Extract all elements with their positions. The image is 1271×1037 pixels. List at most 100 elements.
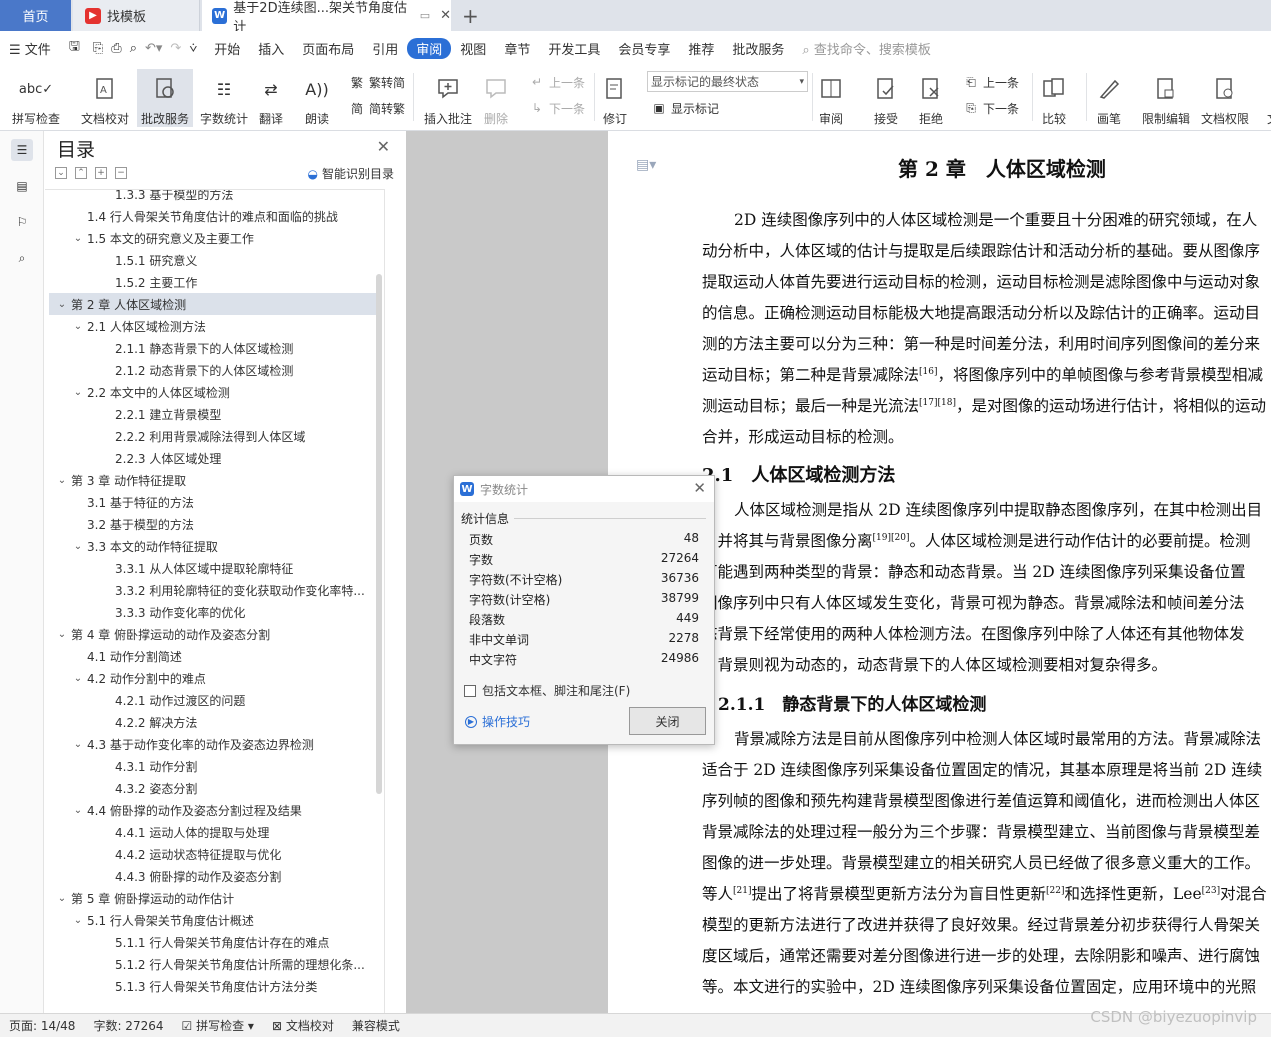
outline-panel-icon[interactable]: ☰ xyxy=(11,139,33,161)
outline-item[interactable]: 4.4.2 运动状态特征提取与优化 xyxy=(49,843,379,865)
outline-item[interactable]: 5.1.3 行人骨架关节角度估计方法分类 xyxy=(49,975,379,997)
save-icon[interactable]: 🖫 xyxy=(60,37,89,59)
outline-item[interactable]: 1.3.3 基于模型的方法 xyxy=(49,190,379,205)
outline-item[interactable]: ⌄ 第 2 章 人体区域检测 xyxy=(49,293,379,315)
export-pdf-icon[interactable]: ⎘ xyxy=(89,41,107,56)
trad-to-simp-button[interactable]: 繁繁转简 xyxy=(348,71,405,93)
chevron-down-icon[interactable]: ⌄ xyxy=(71,805,85,816)
spellcheck-button[interactable]: abc✓ 拼写检查 xyxy=(12,69,60,127)
outline-item[interactable]: 1.5.2 主要工作 xyxy=(49,271,379,293)
read-aloud-button[interactable]: A)) 朗读 xyxy=(304,69,330,127)
insert-comment-button[interactable]: 插入批注 xyxy=(424,69,472,127)
tab-template[interactable]: ▶ 找模板 xyxy=(73,0,200,31)
print-icon[interactable]: ⎙ xyxy=(107,41,125,56)
pen-button[interactable]: 画笔 xyxy=(1096,69,1122,127)
correction-service-button[interactable]: 批改服务 xyxy=(137,69,193,127)
close-tab-icon[interactable]: ✕ xyxy=(440,8,451,23)
word-count-status[interactable]: 字数: 27264 xyxy=(84,1017,172,1034)
outline-item[interactable]: 3.1 基于特征的方法 xyxy=(49,491,379,513)
outline-item[interactable]: ⌄ 2.1 人体区域检测方法 xyxy=(49,315,379,337)
show-markup-button[interactable]: ▣ 显示标记 xyxy=(650,97,719,119)
prev-comment-button[interactable]: ↵ 上一条 xyxy=(528,71,585,93)
delete-comment-button[interactable]: 删除 xyxy=(483,69,509,127)
outline-item[interactable]: 3.2 基于模型的方法 xyxy=(49,513,379,535)
reject-button[interactable]: 拒绝 xyxy=(918,69,944,127)
menu-references[interactable]: 引用 xyxy=(363,39,407,58)
outline-item[interactable]: ⌄ 4.2 动作分割中的难点 xyxy=(49,667,379,689)
chevron-down-icon[interactable]: ⌄ xyxy=(55,893,69,904)
markup-state-select[interactable]: 显示标记的最终状态 ▾ xyxy=(647,71,808,92)
collapse-up-icon[interactable]: ⌃ xyxy=(75,167,87,179)
outline-item[interactable]: 3.3.3 动作变化率的优化 xyxy=(49,601,379,623)
chevron-down-icon[interactable]: ⌄ xyxy=(71,233,85,244)
tips-link[interactable]: ▶ 操作技巧 xyxy=(465,713,530,730)
dialog-close-icon[interactable]: ✕ xyxy=(693,479,706,497)
menu-devtools[interactable]: 开发工具 xyxy=(539,39,609,58)
outline-item[interactable]: 4.3.1 动作分割 xyxy=(49,755,379,777)
outline-item[interactable]: 4.4.1 运动人体的提取与处理 xyxy=(49,821,379,843)
outline-item[interactable]: 1.4 行人骨架关节角度估计的难点和面临的挑战 xyxy=(49,205,379,227)
next-comment-button[interactable]: ↳ 下一条 xyxy=(528,97,585,119)
menu-layout[interactable]: 页面布局 xyxy=(293,39,363,58)
simp-to-trad-button[interactable]: 简简转繁 xyxy=(348,97,405,119)
command-search[interactable]: ⌕ 查找命令、搜索模板 xyxy=(793,39,939,58)
outline-item[interactable]: ⌄ 3.3 本文的动作特征提取 xyxy=(49,535,379,557)
accept-button[interactable]: 接受 xyxy=(873,69,899,127)
doc-permission-button[interactable]: 文档权限 xyxy=(1201,69,1249,127)
more-toolbar-button[interactable]: 文 xyxy=(1260,69,1271,127)
doccheck-status[interactable]: ⊠ 文档校对 xyxy=(263,1017,343,1034)
outline-item[interactable]: 3.3.2 利用轮廓特征的变化获取动作变化率特... xyxy=(49,579,379,601)
checkbox-box[interactable] xyxy=(464,684,476,697)
chevron-down-icon[interactable]: ⌄ xyxy=(71,739,85,750)
outline-item[interactable]: ⌄ 4.4 俯卧撑的动作及姿态分割过程及结果 xyxy=(49,799,379,821)
outline-item[interactable]: 4.3.2 姿态分割 xyxy=(49,777,379,799)
find-icon[interactable]: ⌕ xyxy=(11,247,33,269)
menu-review[interactable]: 审阅 xyxy=(407,37,452,59)
expand-down-icon[interactable]: ⌄ xyxy=(55,167,67,179)
chevron-down-icon[interactable]: ⌄ xyxy=(55,299,69,310)
chevron-down-icon[interactable]: ⌄ xyxy=(55,475,69,486)
prev-change-button[interactable]: ⎗ 上一条 xyxy=(962,71,1019,93)
spellcheck-status[interactable]: ☑ 拼写检查 ▾ xyxy=(173,1017,263,1034)
outline-item[interactable]: ⌄ 2.2 本文中的人体区域检测 xyxy=(49,381,379,403)
outline-item[interactable]: 2.2.1 建立背景模型 xyxy=(49,403,379,425)
doc-check-button[interactable]: A 文档校对 xyxy=(81,69,129,127)
outline-item[interactable]: 5.1.2 行人骨架关节角度估计所需的理想化条... xyxy=(49,953,379,975)
chevron-down-icon[interactable]: ⌄ xyxy=(71,541,85,552)
page-indicator[interactable]: 页面: 14/48 xyxy=(0,1017,84,1034)
chevron-down-icon[interactable]: ⌄ xyxy=(55,629,69,640)
outline-item[interactable]: ⌄ 4.3 基于动作变化率的动作及姿态边界检测 xyxy=(49,733,379,755)
print-preview-icon[interactable]: ⌕ xyxy=(126,41,141,56)
outline-item[interactable]: 3.3.1 从人体区域中提取轮廓特征 xyxy=(49,557,379,579)
chapter-nav-icon[interactable]: ▤ xyxy=(11,175,33,197)
outline-item[interactable]: 5.1.1 行人骨架关节角度估计存在的难点 xyxy=(49,931,379,953)
outline-item[interactable]: 4.1 动作分割简述 xyxy=(49,645,379,667)
expand-all-icon[interactable]: + xyxy=(95,167,107,179)
menu-recommend[interactable]: 推荐 xyxy=(679,39,723,58)
outline-item[interactable]: 2.1.2 动态背景下的人体区域检测 xyxy=(49,359,379,381)
file-menu[interactable]: ☰ 文件 xyxy=(0,39,60,58)
chevron-down-icon[interactable]: ⌄ xyxy=(71,915,85,926)
dialog-close-button[interactable]: 关闭 xyxy=(629,707,706,735)
include-textbox-checkbox[interactable]: 包括文本框、脚注和尾注(F) xyxy=(464,682,630,699)
compare-button[interactable]: 比较 xyxy=(1041,69,1067,127)
tab-home[interactable]: 首页 xyxy=(0,0,71,31)
word-count-button[interactable]: ☷ 字数统计 xyxy=(200,69,248,127)
revise-button[interactable]: 修订 xyxy=(602,69,628,127)
float-window-icon[interactable]: ▭ xyxy=(420,9,430,22)
menu-view[interactable]: 视图 xyxy=(451,39,495,58)
outline-item[interactable]: 2.2.2 利用背景减除法得到人体区域 xyxy=(49,425,379,447)
outline-item[interactable]: ⌄ 5.1 行人骨架关节角度估计概述 xyxy=(49,909,379,931)
outline-item[interactable]: ⌄ 第 3 章 动作特征提取 xyxy=(49,469,379,491)
next-change-button[interactable]: ⎘ 下一条 xyxy=(962,97,1019,119)
outline-item[interactable]: ⌄ 1.5 本文的研究意义及主要工作 xyxy=(49,227,379,249)
chevron-down-icon[interactable]: ⌄ xyxy=(71,673,85,684)
menu-start[interactable]: 开始 xyxy=(205,39,249,58)
new-tab-icon[interactable]: + xyxy=(462,4,479,28)
outline-item[interactable]: 4.2.1 动作过渡区的问题 xyxy=(49,689,379,711)
chevron-down-icon[interactable]: ⌄ xyxy=(71,387,85,398)
smart-toc-button[interactable]: ◒ 智能识别目录 xyxy=(308,165,395,182)
outline-item[interactable]: ⌄ 第 4 章 俯卧撑运动的动作及姿态分割 xyxy=(49,623,379,645)
menu-insert[interactable]: 插入 xyxy=(249,39,293,58)
more-quick-icon[interactable]: ⩒ xyxy=(185,41,205,56)
